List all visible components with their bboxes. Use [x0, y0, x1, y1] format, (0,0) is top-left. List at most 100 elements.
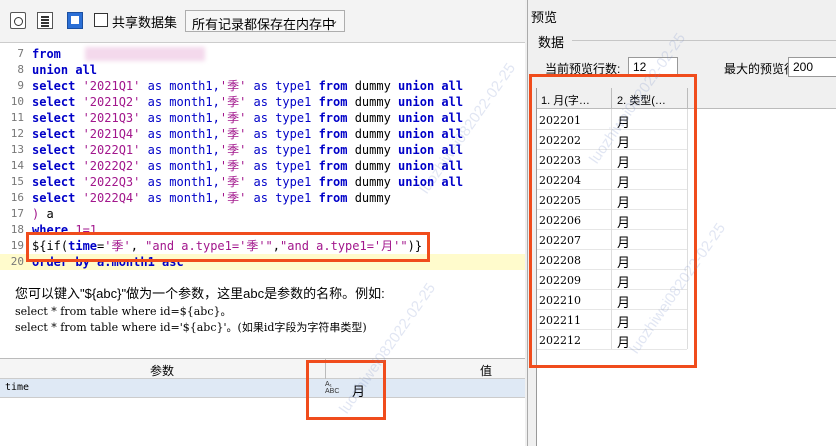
dataset-icon[interactable]	[67, 12, 83, 29]
chevron-down-icon: ⌄	[329, 15, 339, 27]
code-token: as type1	[246, 111, 319, 125]
code-text: ) a	[32, 206, 54, 222]
hint-line-3: select * from table where id='${abc}'。(如…	[15, 321, 367, 334]
redacted-text	[85, 47, 205, 61]
code-token: from	[318, 127, 348, 141]
code-line: 16 select '2022Q4' as month1,'季' as type1…	[0, 190, 525, 206]
code-token: select	[32, 111, 83, 125]
code-token: '季'	[219, 159, 247, 173]
hint-line-2: select * from table where id=${abc}。	[15, 305, 232, 318]
code-token: '2022Q3'	[82, 175, 141, 189]
code-line: 14 select '2022Q2' as month1,'季' as type1…	[0, 158, 525, 174]
param-name-header: 参数	[150, 364, 175, 378]
code-token: from	[318, 159, 348, 173]
share-dataset-label: 共享数据集	[112, 15, 178, 30]
memory-mode-value: 所有记录都保存在内存中	[192, 17, 336, 32]
code-text: select '2022Q1' as month1,'季' as type1 f…	[32, 142, 463, 158]
code-token: from	[32, 47, 61, 61]
code-line: 12 select '2021Q4' as month1,'季' as type1…	[0, 126, 525, 142]
preview-title: 预览	[531, 10, 558, 25]
code-token: from	[318, 111, 348, 125]
code-token: union all	[32, 63, 98, 77]
line-number: 9	[17, 79, 24, 92]
annotation-box-if-expression	[26, 232, 430, 262]
code-token: '2022Q4'	[82, 191, 141, 205]
code-token: as type1	[246, 79, 319, 93]
code-token: as month1,	[140, 79, 220, 93]
code-token: '2021Q2'	[82, 95, 141, 109]
code-token: select	[32, 159, 83, 173]
list-icon[interactable]	[37, 12, 53, 29]
code-token: dummy	[347, 79, 399, 93]
memory-mode-select[interactable]: 所有记录都保存在内存中 ⌄	[185, 10, 345, 32]
parameters-table: 参数 值 time A₁ ABC 月	[0, 358, 525, 446]
code-token: select	[32, 127, 83, 141]
code-text: select '2021Q3' as month1,'季' as type1 f…	[32, 110, 463, 126]
annotation-box-param-value	[306, 360, 386, 420]
code-token: from	[318, 191, 348, 205]
line-number: 20	[10, 255, 24, 268]
table-row[interactable]: time A₁ ABC 月	[0, 379, 525, 399]
code-token: select	[32, 79, 83, 93]
parameter-hint: 您可以键入"${abc}"做为一个参数，这里abc是参数的名称。例如: sele…	[0, 270, 525, 358]
code-token: '季'	[219, 127, 247, 141]
code-token: dummy	[347, 175, 399, 189]
preview-icon[interactable]	[10, 12, 26, 29]
code-text: select '2022Q3' as month1,'季' as type1 f…	[32, 174, 463, 190]
code-token: as month1,	[140, 111, 220, 125]
code-text: select '2022Q4' as month1,'季' as type1 f…	[32, 190, 391, 206]
code-token: union all	[398, 79, 464, 93]
code-token: as type1	[246, 191, 319, 205]
code-token: '季'	[219, 175, 247, 189]
code-token: from	[318, 175, 348, 189]
code-token: as type1	[246, 143, 319, 157]
code-token: as type1	[246, 175, 319, 189]
toolbar: 共享数据集 所有记录都保存在内存中 ⌄	[0, 0, 525, 42]
code-text: from	[32, 46, 61, 62]
line-number: 14	[10, 159, 24, 172]
code-token: as type1	[246, 127, 319, 141]
code-token: select	[32, 143, 83, 157]
code-token: from	[318, 95, 348, 109]
code-token: from	[318, 79, 348, 93]
code-token: as month1,	[140, 191, 220, 205]
code-token: union all	[398, 143, 464, 157]
code-token: as type1	[246, 159, 319, 173]
code-token: '季'	[219, 111, 247, 125]
code-line: 17) a	[0, 206, 525, 222]
share-dataset-checkbox[interactable]	[94, 13, 108, 27]
code-token: dummy	[347, 143, 399, 157]
line-number: 18	[10, 223, 24, 236]
line-number: 15	[10, 175, 24, 188]
code-token: dummy	[347, 159, 399, 173]
line-number: 16	[10, 191, 24, 204]
code-token: select	[32, 95, 83, 109]
code-token: '2021Q4'	[82, 127, 141, 141]
code-text: union all	[32, 62, 97, 78]
code-text: select '2022Q2' as month1,'季' as type1 f…	[32, 158, 463, 174]
parameters-header: 参数 值	[0, 359, 525, 379]
code-token: '季'	[219, 191, 247, 205]
code-token: dummy	[347, 127, 399, 141]
code-token: as month1,	[140, 127, 220, 141]
code-token: from	[318, 143, 348, 157]
code-token: a	[46, 207, 54, 221]
code-token: dummy	[347, 95, 399, 109]
code-token: )	[32, 207, 47, 221]
code-token: '2022Q2'	[82, 159, 141, 173]
code-token: as month1,	[140, 159, 220, 173]
code-token: union all	[398, 159, 464, 173]
code-token: dummy	[347, 191, 391, 205]
code-token: as type1	[246, 95, 319, 109]
code-token: '季'	[219, 79, 247, 93]
annotation-box-preview-data	[529, 74, 697, 368]
code-line: 8 union all	[0, 62, 525, 78]
line-number: 10	[10, 95, 24, 108]
max-rows-field[interactable]: 200	[788, 57, 836, 77]
code-token: select	[32, 175, 83, 189]
line-number: 8	[17, 63, 24, 76]
line-number: 12	[10, 127, 24, 140]
code-token: union all	[398, 111, 464, 125]
code-token: '季'	[219, 143, 247, 157]
code-token: '2021Q3'	[82, 111, 141, 125]
